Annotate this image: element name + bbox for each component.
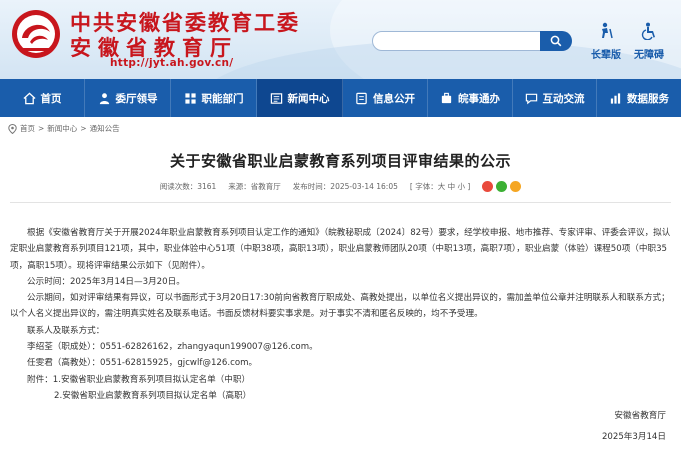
nav-item-home[interactable]: 首页 — [0, 79, 85, 117]
weibo-share-icon[interactable] — [482, 181, 494, 192]
info-icon — [356, 92, 367, 104]
breadcrumb-separator: > — [38, 124, 45, 133]
article-title: 关于安徽省职业启蒙教育系列项目评审结果的公示 — [169, 152, 511, 170]
nav-item-data[interactable]: 数据服务 — [597, 79, 681, 117]
accessibility-button[interactable]: 无障碍 — [630, 22, 668, 61]
qzone-share-icon[interactable] — [510, 181, 522, 192]
attachment-link-1[interactable]: 1.安徽省职业启蒙教育系列项目拟认定名单（中职） — [53, 375, 250, 385]
elder-mode-label: 长辈版 — [591, 50, 621, 61]
nav-item-service[interactable]: 皖事通办 — [428, 79, 513, 117]
nav-item-label: 数据服务 — [627, 92, 669, 105]
nav-item-interaction[interactable]: 互动交流 — [513, 79, 597, 117]
data-icon — [610, 92, 621, 104]
nav-item-label: 首页 — [40, 92, 62, 105]
nav-item-news[interactable]: 新闻中心 — [257, 79, 343, 117]
chat-icon — [525, 93, 537, 104]
accessibility-icon — [641, 22, 655, 41]
departments-icon — [184, 92, 196, 104]
nav-item-label: 信息公开 — [373, 92, 415, 105]
home-icon — [22, 92, 36, 104]
divider — [10, 202, 671, 203]
paragraph-basis: 根据《安徽省教育厅关于开展2024年职业启蒙教育系列项目认定工作的通知》（皖教秘… — [10, 228, 671, 271]
search-button[interactable] — [540, 31, 572, 51]
article-meta: 阅读次数：3161 来源：省教育厅 发布时间：2025-03-14 16:05 … — [0, 181, 681, 192]
publish-time: 发布时间：2025-03-14 16:05 — [292, 182, 398, 191]
breadcrumb: 首页 > 新闻中心 > 通知公告 — [8, 123, 120, 134]
article-source: 来源：省教育厅 — [228, 182, 281, 191]
accessibility-label: 无障碍 — [634, 50, 664, 61]
nav-item-label: 皖事通办 — [458, 92, 500, 105]
leaders-icon — [99, 92, 109, 104]
signature: 安徽省教育厅 — [614, 411, 666, 422]
paragraph-contact-2: 任雯君（高教处）：0551-62815925，gjcwlf@126.com。 — [27, 358, 258, 369]
paragraph-period: 公示时间：2025年3月14日—3月20日。 — [27, 276, 185, 287]
paragraph-contact-1: 李绍荃（职成处）：0551-62826162，zhangyaqun199007@… — [27, 342, 318, 353]
service-icon — [441, 92, 452, 103]
attachments-label: 附件： — [27, 374, 53, 385]
nav-item-label: 新闻中心 — [287, 92, 330, 105]
paragraph-objection: 公示期间，如对评审结果有异议，可以书面形式于3月20日17:30前向省教育厅职成… — [10, 293, 670, 320]
breadcrumb-news[interactable]: 新闻中心 — [47, 123, 77, 134]
site-url[interactable]: http://jyt.ah.gov.cn/ — [110, 57, 233, 69]
font-size-control[interactable]: [ 字体：大 中 小 ] — [410, 181, 470, 192]
publish-date: 2025年3月14日 — [601, 431, 666, 442]
news-icon — [270, 92, 282, 104]
attachment-row: 附件：1.安徽省职业启蒙教育系列项目拟认定名单（中职） — [10, 372, 672, 388]
site-logo-icon[interactable] — [10, 8, 62, 60]
main-nav: 首页 委厅领导 职能部门 新闻中心 信息公开 皖事通办 互动交流 数据服务 — [0, 79, 681, 117]
breadcrumb-separator: > — [80, 124, 87, 133]
elder-mode-button[interactable]: 长辈版 — [587, 22, 625, 61]
nav-item-label: 职能部门 — [201, 92, 244, 105]
attachment-link-2[interactable]: 2.安徽省职业启蒙教育系列项目拟认定名单（高职） — [10, 388, 672, 404]
elder-mode-icon — [602, 22, 613, 39]
share-buttons — [482, 181, 522, 192]
nav-item-leaders[interactable]: 委厅领导 — [85, 79, 171, 117]
paragraph-contacts-heading: 联系人及联系方式： — [27, 325, 105, 336]
article-body: 根据《安徽省教育厅关于开展2024年职业启蒙教育系列项目认定工作的通知》（皖教秘… — [10, 225, 672, 445]
nav-item-label: 互动交流 — [542, 92, 585, 105]
view-count: 阅读次数：3161 — [159, 182, 217, 191]
site-header: 中共安徽省委教育工委 安徽省教育厅 http://jyt.ah.gov.cn/ … — [0, 0, 681, 79]
search-icon — [550, 35, 562, 47]
location-pin-icon — [8, 123, 17, 134]
nav-item-label: 委厅领导 — [115, 92, 158, 105]
breadcrumb-notices[interactable]: 通知公告 — [90, 123, 120, 134]
breadcrumb-home[interactable]: 首页 — [20, 123, 35, 134]
wechat-share-icon[interactable] — [496, 181, 508, 192]
nav-item-info[interactable]: 信息公开 — [343, 79, 428, 117]
nav-item-departments[interactable]: 职能部门 — [171, 79, 257, 117]
